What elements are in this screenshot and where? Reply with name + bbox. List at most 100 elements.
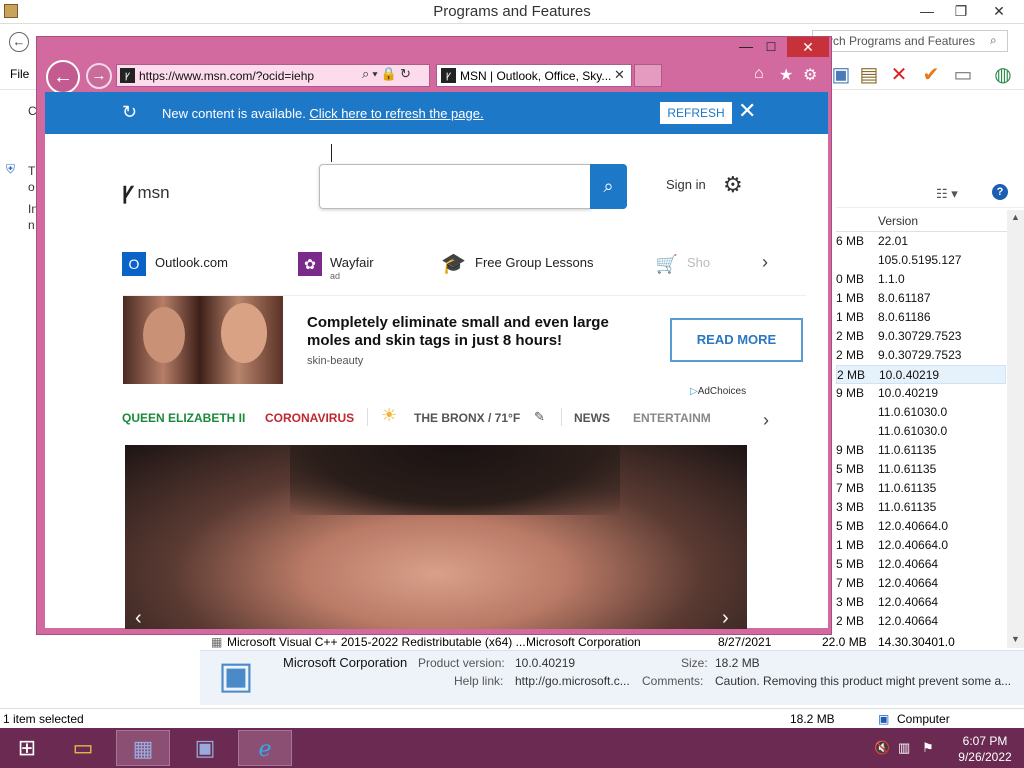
refresh-page-link[interactable]: Click here to refresh the page. xyxy=(309,106,483,121)
read-more-button[interactable]: READ MORE xyxy=(670,318,803,362)
search-icon[interactable]: ⌕ xyxy=(590,164,627,209)
gear-icon[interactable]: ⚙ xyxy=(723,172,743,198)
quick-link-free-group-lessons[interactable]: Free Group Lessons xyxy=(475,255,594,270)
view-options-icon[interactable]: ☷ ▾ xyxy=(936,186,958,202)
pf-left-text[interactable]: n xyxy=(28,218,35,232)
table-row[interactable]: 2 MB 12.0.40664 xyxy=(836,612,1006,631)
taskbar-clock[interactable]: 6:07 PM 9/26/2022 xyxy=(952,733,1018,765)
help-icon[interactable]: ? xyxy=(992,184,1008,200)
pf-clipboard-icon[interactable]: ▤ xyxy=(856,62,882,88)
table-row[interactable]: 9 MB 11.0.61135 xyxy=(836,441,1006,460)
graduation-cap-icon[interactable]: 🎓 xyxy=(441,252,466,276)
scroll-down-icon[interactable]: ▼ xyxy=(1011,634,1020,644)
nav-weather[interactable]: THE BRONX / 71°F xyxy=(414,411,520,425)
home-icon[interactable]: ⌂ xyxy=(754,65,764,83)
table-row[interactable]: 1 MB 8.0.61186 xyxy=(836,308,1006,327)
pf-back-button[interactable]: ← xyxy=(9,32,29,52)
table-row[interactable]: 9 MB 10.0.40219 xyxy=(836,384,1006,403)
ie-forward-button[interactable]: → xyxy=(86,63,112,89)
pf-search-icon[interactable]: ⌕ xyxy=(990,33,997,48)
pf-left-text[interactable]: o xyxy=(28,180,35,194)
table-row[interactable]: 5 MB 12.0.40664.0 xyxy=(836,517,1006,536)
nav-entertainment[interactable]: ENTERTAINM xyxy=(633,411,711,425)
shopping-cart-icon[interactable]: 🛒 xyxy=(655,252,679,276)
chevron-right-icon[interactable]: › xyxy=(763,410,769,431)
pf-minimize-button[interactable]: — xyxy=(912,0,942,22)
table-row[interactable]: 3 MB 12.0.40664 xyxy=(836,593,1006,612)
refresh-icon[interactable]: ↻ xyxy=(400,66,414,81)
table-row[interactable]: 1 MB 8.0.61187 xyxy=(836,289,1006,308)
table-row[interactable]: 2 MB 9.0.30729.7523 xyxy=(836,346,1006,365)
table-row[interactable]: 11.0.61030.0 xyxy=(836,403,1006,422)
pf-left-text[interactable]: T xyxy=(28,164,35,178)
chevron-left-icon[interactable]: ‹ xyxy=(135,607,142,630)
msn-search-input[interactable] xyxy=(319,164,591,209)
ie-new-tab-button[interactable] xyxy=(634,64,662,87)
control-panel-icon[interactable]: ▦ xyxy=(116,730,170,766)
quick-link-shopping[interactable]: Sho xyxy=(687,255,710,270)
adchoices-link[interactable]: ▷AdChoices xyxy=(690,386,746,397)
nav-news[interactable]: NEWS xyxy=(574,411,610,425)
ie-close-button[interactable]: ✕ xyxy=(787,37,829,57)
table-row[interactable]: 3 MB 11.0.61135 xyxy=(836,498,1006,517)
action-center-icon[interactable]: ⚑ xyxy=(922,740,934,756)
pencil-icon[interactable]: ✎ xyxy=(534,409,545,425)
table-row[interactable]: 7 MB 11.0.61135 xyxy=(836,479,1006,498)
table-row[interactable]: 105.0.5195.127 xyxy=(836,251,1006,270)
network-icon[interactable]: ▥ xyxy=(898,740,910,756)
pf-check-icon[interactable]: ✔ xyxy=(918,62,944,88)
ad-title[interactable]: Completely eliminate small and even larg… xyxy=(307,314,647,350)
ie-back-button[interactable]: ← xyxy=(46,60,80,94)
search-icon[interactable]: ⌕▾ xyxy=(362,66,381,81)
chevron-right-icon[interactable]: › xyxy=(762,252,768,273)
details-help-link[interactable]: http://go.microsoft.c... xyxy=(515,674,630,688)
table-row[interactable]: 2 MB 9.0.30729.7523 xyxy=(836,327,1006,346)
table-row[interactable]: 1 MB 12.0.40664.0 xyxy=(836,536,1006,555)
msn-logo[interactable]: ꝩ msn xyxy=(122,175,170,205)
table-row[interactable]: 5 MB 11.0.61135 xyxy=(836,460,1006,479)
row-version: 12.0.40664.0 xyxy=(878,519,949,533)
file-explorer-icon[interactable]: ▭ xyxy=(56,730,110,766)
table-row[interactable]: 5 MB 12.0.40664 xyxy=(836,555,1006,574)
scroll-up-icon[interactable]: ▲ xyxy=(1011,212,1020,222)
pf-globe-icon[interactable]: ◍ xyxy=(990,62,1016,88)
refresh-button[interactable]: REFRESH xyxy=(660,102,732,124)
start-button[interactable]: ⊞ xyxy=(0,730,54,766)
table-row[interactable]: 2 MB 10.0.40219 xyxy=(836,365,1006,384)
installer-taskbar-icon[interactable]: ▣ xyxy=(178,730,232,766)
quick-link-wayfair[interactable]: Wayfair xyxy=(330,255,374,270)
pf-delete-icon[interactable]: ✕ xyxy=(886,62,912,88)
pf-menu-file[interactable]: File xyxy=(10,67,29,81)
nav-coronavirus[interactable]: CORONAVIRUS xyxy=(265,411,354,425)
row-name: Microsoft Visual C++ 2015-2022 Redistrib… xyxy=(227,635,526,649)
favorites-icon[interactable]: ★ xyxy=(779,65,793,85)
lock-icon[interactable]: 🔒 xyxy=(381,66,400,81)
pf-close-button[interactable]: ✕ xyxy=(984,0,1014,22)
pf-properties-icon[interactable]: ▭ xyxy=(950,62,976,88)
weather-sun-icon[interactable]: ☀ xyxy=(381,405,397,426)
tools-icon[interactable]: ⚙ xyxy=(803,65,817,85)
notification-close-icon[interactable]: ✕ xyxy=(738,98,756,124)
table-row[interactable]: 7 MB 12.0.40664 xyxy=(836,574,1006,593)
wayfair-icon[interactable]: ✿ xyxy=(298,252,322,276)
ie-maximize-button[interactable]: ☐ xyxy=(760,38,782,56)
ie-minimize-button[interactable]: — xyxy=(736,38,756,56)
pf-column-header[interactable]: Version xyxy=(836,210,1024,232)
table-row[interactable]: 0 MB 1.1.0 xyxy=(836,270,1006,289)
pf-search-input[interactable]: rch Programs and Features xyxy=(812,30,1008,52)
sign-in-link[interactable]: Sign in xyxy=(666,177,706,192)
table-row[interactable]: 11.0.61030.0 xyxy=(836,422,1006,441)
pf-maximize-button[interactable]: ❐ xyxy=(946,0,976,22)
volume-muted-icon[interactable]: 🔇 xyxy=(874,740,890,756)
column-version[interactable]: Version xyxy=(878,214,918,228)
ie-tab-msn[interactable]: ꝩ MSN | Outlook, Office, Sky... xyxy=(436,64,632,87)
ie-tab-close-icon[interactable]: ✕ xyxy=(614,67,625,83)
outlook-icon[interactable]: O xyxy=(122,252,146,276)
status-size: 18.2 MB xyxy=(790,712,835,726)
internet-explorer-icon[interactable]: ℯ xyxy=(238,730,292,766)
quick-link-outlook[interactable]: Outlook.com xyxy=(155,255,228,270)
chevron-right-icon[interactable]: › xyxy=(722,607,729,630)
nav-queen-elizabeth[interactable]: QUEEN ELIZABETH II xyxy=(122,411,245,425)
table-row[interactable]: 6 MB 22.01 xyxy=(836,232,1006,251)
pf-vertical-scrollbar[interactable]: ▲ ▼ xyxy=(1007,210,1024,648)
